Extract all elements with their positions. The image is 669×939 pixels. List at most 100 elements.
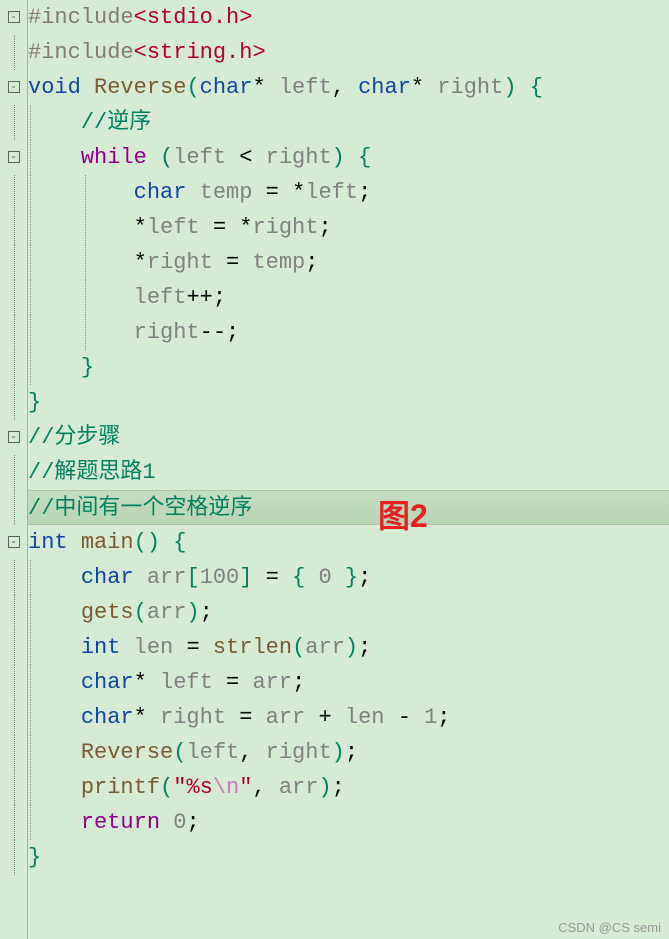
token: main [81, 530, 134, 555]
token [213, 670, 226, 695]
gutter-cell: - [0, 0, 27, 35]
token [28, 705, 81, 730]
code-line: int main() { [28, 525, 669, 560]
token: ; [305, 250, 318, 275]
token: right [266, 145, 332, 170]
token: * [134, 705, 147, 730]
code-line: //分步骤 [28, 420, 669, 455]
token [252, 705, 265, 730]
token [81, 75, 94, 100]
token: ) [332, 145, 345, 170]
gutter-cell [0, 245, 27, 280]
token [173, 635, 186, 660]
token: Reverse [94, 75, 186, 100]
token [411, 705, 424, 730]
token: //解题思路1 [28, 460, 156, 485]
gutter-cell [0, 315, 27, 350]
gutter-cell [0, 560, 27, 595]
token: ; [213, 285, 226, 310]
token [226, 705, 239, 730]
token: temp [200, 180, 253, 205]
token: temp [252, 250, 305, 275]
token [305, 705, 318, 730]
token [332, 565, 345, 590]
token: arr [252, 670, 292, 695]
token: char [358, 75, 411, 100]
code-line: } [28, 840, 669, 875]
token: left [305, 180, 358, 205]
gutter-cell [0, 385, 27, 420]
token [147, 705, 160, 730]
token [120, 635, 133, 660]
fold-minus-icon[interactable]: - [8, 81, 20, 93]
gutter-cell: - [0, 140, 27, 175]
fold-minus-icon[interactable]: - [8, 151, 20, 163]
token: * [292, 180, 305, 205]
token: = [239, 705, 252, 730]
gutter-cell [0, 630, 27, 665]
token: while [81, 145, 147, 170]
fold-minus-icon[interactable]: - [8, 431, 20, 443]
token: ( [173, 740, 186, 765]
token: 0 [318, 565, 331, 590]
token: ; [332, 775, 345, 800]
token [226, 215, 239, 240]
gutter-cell [0, 770, 27, 805]
token [226, 145, 239, 170]
token [332, 705, 345, 730]
gutter-cell: - [0, 70, 27, 105]
fold-minus-icon[interactable]: - [8, 536, 20, 548]
code-line: char temp = *left; [28, 175, 669, 210]
token: ; [358, 565, 371, 590]
token: ; [186, 810, 199, 835]
token: } [28, 390, 41, 415]
token: = [266, 565, 279, 590]
token: int [28, 530, 68, 555]
token: right [252, 215, 318, 240]
gutter-cell [0, 840, 27, 875]
gutter-cell [0, 700, 27, 735]
gutter-cell [0, 805, 27, 840]
token: #include [28, 5, 134, 30]
token: ++ [186, 285, 212, 310]
fold-minus-icon[interactable]: - [8, 11, 20, 23]
token [186, 180, 199, 205]
token: len [134, 635, 174, 660]
code-line: left++; [28, 280, 669, 315]
token [28, 215, 134, 240]
token: { [530, 75, 543, 100]
token [200, 215, 213, 240]
token: ; [358, 180, 371, 205]
token: //逆序 [81, 110, 151, 135]
token: //中间有一个空格逆序 [28, 496, 252, 521]
token: arr [279, 775, 319, 800]
token: , [332, 75, 358, 100]
token: = [266, 180, 279, 205]
token: right [147, 250, 213, 275]
token: ( [160, 145, 173, 170]
token: } [345, 565, 358, 590]
token: ( [186, 75, 199, 100]
token: { [292, 565, 305, 590]
code-line: *right = temp; [28, 245, 669, 280]
token: right [160, 705, 226, 730]
token: left [186, 740, 239, 765]
token: { [358, 145, 371, 170]
token: right [266, 740, 332, 765]
token [252, 180, 265, 205]
token: char [81, 705, 134, 730]
token: * [134, 215, 147, 240]
token: = [226, 250, 239, 275]
code-editor: ----- #include<stdio.h>#include<string.h… [0, 0, 669, 939]
token: int [81, 635, 121, 660]
token: * [239, 215, 252, 240]
token [28, 180, 134, 205]
gutter-cell: - [0, 525, 27, 560]
token: left [160, 670, 213, 695]
token: () [134, 530, 160, 555]
code-line: #include<stdio.h> [28, 0, 669, 35]
gutter-cell [0, 175, 27, 210]
token [28, 600, 81, 625]
code-line: printf("%s\n", arr); [28, 770, 669, 805]
token [252, 565, 265, 590]
